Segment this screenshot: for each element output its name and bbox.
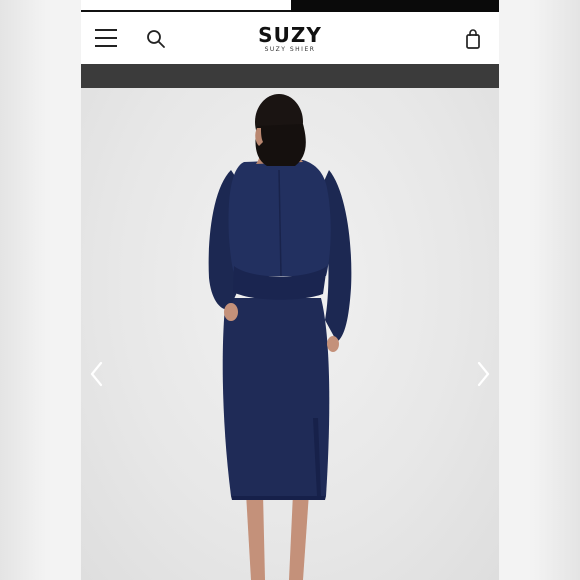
search-icon[interactable]	[146, 29, 166, 49]
chevron-right-icon[interactable]	[473, 360, 493, 388]
brand-logo[interactable]: SUZY SUZY SHIER	[231, 24, 349, 54]
mobile-screen: SUZY SUZY SHIER	[81, 0, 499, 580]
hamburger-menu-icon[interactable]	[95, 29, 117, 47]
strip-dark-block	[291, 0, 499, 12]
menu-line-middle	[95, 37, 117, 39]
product-image	[81, 88, 499, 580]
site-header: SUZY SUZY SHIER	[81, 12, 499, 64]
logo-subtitle: SUZY SHIER	[264, 46, 316, 53]
logo-wordmark: SUZY	[258, 23, 322, 47]
chevron-left-icon[interactable]	[87, 360, 107, 388]
promo-banner[interactable]	[81, 64, 499, 88]
shopping-bag-icon[interactable]	[463, 28, 483, 50]
menu-line-top	[95, 29, 117, 31]
top-status-strip	[81, 0, 499, 12]
menu-line-bottom	[95, 45, 117, 47]
